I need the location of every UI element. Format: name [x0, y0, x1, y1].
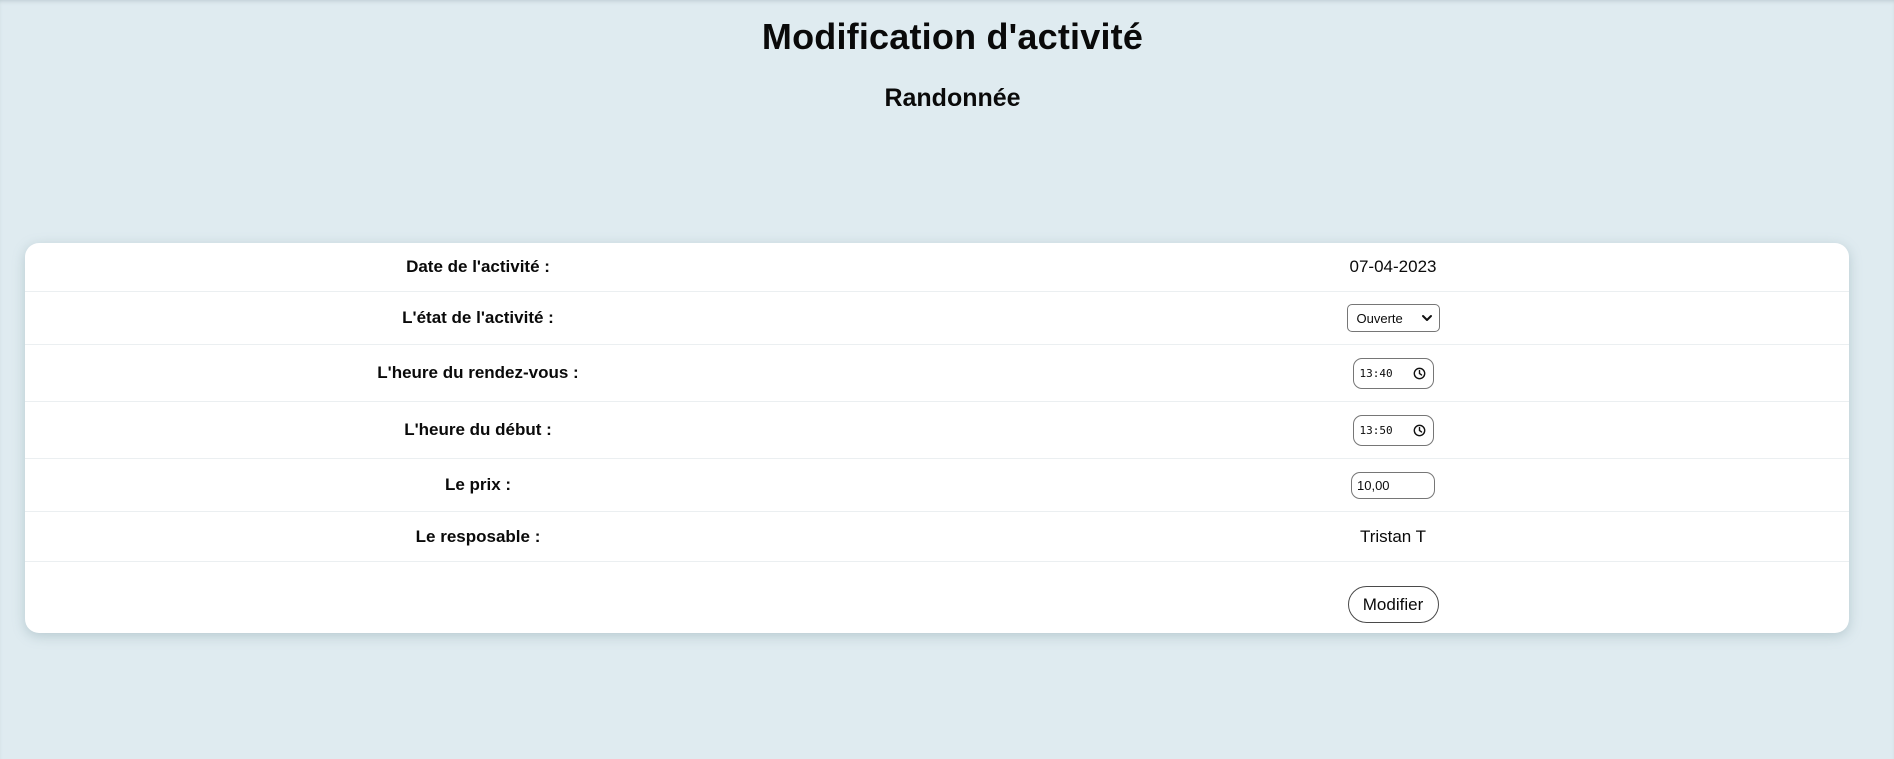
manager-row: Le resposable : Tristan T: [25, 512, 1849, 562]
meeting-time-row: L'heure du rendez-vous : 13:40: [25, 345, 1849, 402]
meeting-time-value: 13:40: [1359, 366, 1393, 380]
state-row: L'état de l'activité : Ouverte: [25, 292, 1849, 345]
date-label: Date de l'activité :: [406, 257, 550, 276]
clock-icon[interactable]: [1413, 424, 1426, 437]
date-value: 07-04-2023: [1349, 257, 1437, 276]
start-time-input[interactable]: 13:50: [1352, 414, 1434, 446]
start-time-row: L'heure du début : 13:50: [25, 402, 1849, 459]
meeting-time-label: L'heure du rendez-vous :: [377, 363, 579, 382]
state-select-value: Ouverte: [1356, 310, 1403, 326]
modify-button[interactable]: Modifier: [1347, 586, 1439, 623]
price-value: 10,00: [1357, 477, 1390, 493]
price-label: Le prix :: [444, 475, 512, 494]
manager-value: Tristan T: [1359, 526, 1427, 546]
start-time-value: 13:50: [1359, 423, 1393, 437]
meeting-time-input[interactable]: 13:40: [1352, 357, 1434, 389]
date-row: Date de l'activité : 07-04-2023: [25, 243, 1849, 292]
submit-row: Modifier: [25, 562, 1849, 633]
price-input[interactable]: 10,00: [1351, 471, 1435, 499]
price-row: Le prix : 10,00: [25, 459, 1849, 512]
clock-icon[interactable]: [1413, 367, 1426, 380]
state-select[interactable]: Ouverte: [1346, 304, 1440, 332]
chevron-down-icon: [1421, 315, 1432, 321]
start-time-label: L'heure du début :: [404, 420, 552, 439]
page-title: Modification d'activité: [761, 16, 1144, 57]
manager-label: Le resposable :: [415, 526, 541, 546]
activity-form-card: Date de l'activité : 07-04-2023 L'état d…: [25, 243, 1849, 633]
activity-name: Randonnée: [884, 84, 1021, 112]
state-label: L'état de l'activité :: [402, 308, 554, 327]
